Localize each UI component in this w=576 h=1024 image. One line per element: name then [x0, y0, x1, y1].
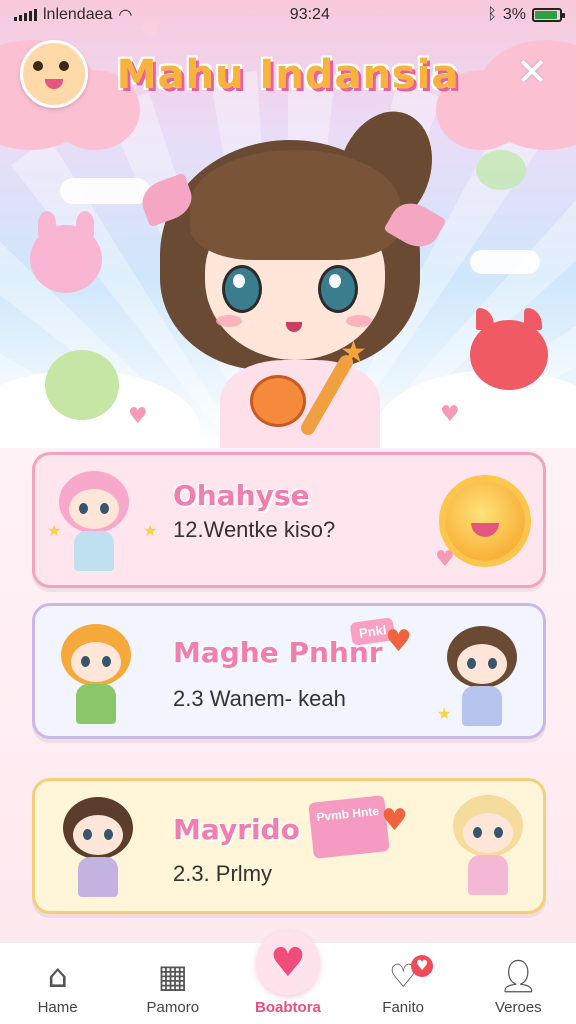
close-icon: ✕ [516, 50, 548, 94]
green-slime-icon [45, 350, 119, 420]
mascot-girl: ★ [136, 98, 448, 450]
nav-label: Fanito [382, 999, 424, 1016]
notification-badge-icon: ♥ [411, 955, 434, 977]
heart-deco-icon: ♥ [440, 402, 460, 427]
bluetooth-icon: ᛒ [487, 6, 497, 23]
heart-deco-icon: ♥ [435, 547, 455, 572]
list-card[interactable]: Mayrido Pvmb Hnte ♥ 2.3. Prlmy [32, 778, 546, 914]
card-title: Maghe Pnhnr [173, 636, 383, 669]
card-subtitle: 2.3. Prlmy [173, 861, 273, 886]
star-icon: ★ [340, 335, 367, 370]
card-subtitle: 2.3 Wanem- keah [173, 686, 346, 711]
heart-icon: ♥ [270, 940, 306, 986]
gift-box-icon: Pvmb Hnte [308, 795, 390, 859]
heart-plush-icon [250, 375, 306, 427]
pink-hair-chibi-icon [49, 467, 139, 577]
heart-deco-icon: ♥ [128, 404, 148, 429]
green-dress-chibi-icon [51, 620, 141, 730]
nav-label: Boabtora [255, 999, 321, 1016]
pink-bunny-icon [30, 211, 102, 293]
eye [222, 265, 262, 313]
card-list: ★ ★ Ohahyse 12.Wentke kiso? ♥ Maghe Pnhn… [0, 448, 576, 948]
carrier-name: lnlendaea [43, 6, 113, 23]
blush [346, 315, 372, 327]
red-cat-icon [470, 308, 548, 390]
blonde-chibi-icon [443, 791, 533, 901]
user-icon: 👤︎ [498, 957, 539, 995]
card-title: Mayrido [173, 813, 300, 846]
signal-icon [14, 9, 37, 21]
star-icon: ★ [437, 704, 452, 723]
heart-button[interactable]: ♥ [255, 931, 320, 995]
nav-home[interactable]: ⌂ Hame [8, 957, 108, 1016]
green-slime-small-icon [476, 150, 526, 190]
wifi-icon: ◠ [118, 7, 133, 24]
battery-icon [532, 8, 565, 22]
blush [216, 315, 242, 327]
battery-percent: 3% [502, 6, 526, 23]
close-button[interactable]: ✕ [510, 50, 554, 94]
bun-hair-chibi-icon [53, 793, 143, 903]
status-bar: lnlendaea ◠ 93:24 ᛒ 3% [0, 0, 576, 30]
sun-icon [445, 481, 525, 561]
nav-pamoro[interactable]: ▦ Pamoro [123, 957, 223, 1016]
bottom-nav: ⌂ Hame ▦ Pamoro ♥ Boabtora ♡ ♥ Fanito 👤︎… [0, 931, 576, 1024]
star-icon: ★ [143, 521, 158, 540]
nav-fanito[interactable]: ♡ ♥ Fanito [353, 955, 453, 1016]
nav-boabtora[interactable]: ♥ Boabtora [238, 931, 338, 1016]
hair-bangs [190, 150, 400, 260]
nav-veroes[interactable]: 👤︎ Veroes [468, 957, 568, 1016]
heart-badge-icon: ♥ [381, 803, 408, 838]
nav-label: Veroes [494, 999, 542, 1016]
star-icon: ★ [47, 521, 62, 540]
list-card[interactable]: Maghe Pnhnr Pnkl ♥ 2.3 Wanem- keah ★ [32, 603, 546, 739]
grid-icon: ▦ [157, 957, 188, 995]
card-title: Ohahyse [173, 479, 310, 512]
white-cloud [470, 250, 540, 274]
nav-label: Pamoro [146, 999, 200, 1016]
status-time: 93:24 [289, 6, 330, 23]
card-subtitle: 12.Wentke kiso? [173, 517, 336, 542]
app-title: Mahu Indansia [116, 52, 460, 98]
white-cloud [60, 178, 150, 204]
heart-badge-icon: ♥ [385, 624, 412, 659]
hero-banner: ♥ ♥ ♥ ★ Mahu Indansia ✕ [0, 0, 576, 450]
eye [318, 265, 358, 313]
list-card[interactable]: ★ ★ Ohahyse 12.Wentke kiso? ♥ [32, 452, 546, 588]
home-icon: ⌂ [47, 957, 68, 995]
nav-label: Hame [37, 999, 78, 1016]
